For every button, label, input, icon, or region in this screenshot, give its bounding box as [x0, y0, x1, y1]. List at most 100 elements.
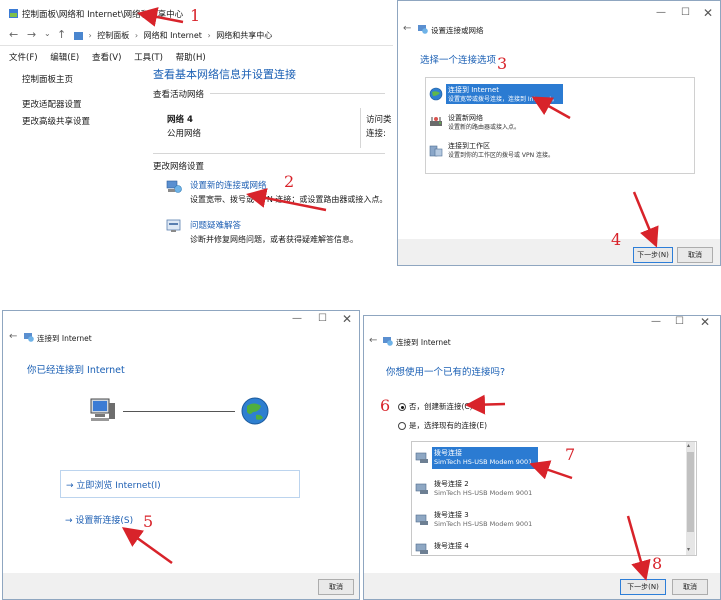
button-bar	[3, 573, 359, 599]
maximize-icon[interactable]: ☐	[318, 313, 327, 324]
browse-internet-link[interactable]: → 立即浏览 Internet(I)	[66, 478, 161, 491]
radio-create-new[interactable]: 否，创建新连接(C)	[398, 401, 473, 412]
minimize-icon[interactable]: —	[651, 316, 661, 327]
maximize-icon[interactable]: ☐	[675, 316, 684, 327]
option-workplace[interactable]: 连接到工作区 设置到你的工作区的拨号或 VPN 连接。	[428, 139, 628, 161]
minimize-icon[interactable]: —	[656, 7, 666, 18]
network-type: 公用网络	[167, 129, 202, 139]
scrollbar[interactable]: ▴ ▾	[686, 442, 695, 555]
setup-new-connection-link[interactable]: → 设置新连接(S)	[65, 513, 133, 526]
cancel-button[interactable]: 取消	[677, 247, 713, 263]
divider	[360, 108, 361, 148]
back-arrow-icon[interactable]: ←	[403, 23, 411, 34]
options-list: 连接到 Internet 设置宽带或拨号连接，连接到 Internet。 设置新…	[425, 77, 695, 174]
connect-internet-window: ← 连接到 Internet — ☐ ✕ 你已经连接到 Internet → 立…	[2, 310, 360, 600]
list-item[interactable]: 拨号连接 2 SimTech HS-USB Modem 9001	[412, 476, 684, 504]
modem-icon	[415, 514, 429, 526]
cancel-button[interactable]: 取消	[318, 579, 354, 595]
close-icon[interactable]: ✕	[703, 6, 713, 20]
connection-name: 拨号连接	[434, 449, 462, 457]
step-number: 1	[190, 6, 201, 25]
radio-label: 否，创建新连接(C)	[409, 402, 473, 411]
window-title: 连接到 Internet	[37, 334, 92, 343]
maximize-icon[interactable]: ☐	[681, 7, 690, 18]
back-arrow-icon[interactable]: ←	[9, 28, 18, 41]
connections-list: 拨号连接 SimTech HS-USB Modem 9001 拨号连接 2 Si…	[411, 441, 697, 556]
dialog-heading: 选择一个连接选项	[420, 55, 497, 66]
connection-device: SimTech HS-USB Modem 9001	[434, 458, 533, 466]
breadcrumb-item[interactable]: 控制面板	[97, 31, 129, 40]
browse-internet-box[interactable]: → 立即浏览 Internet(I)	[60, 470, 300, 498]
scroll-up-icon[interactable]: ▴	[687, 442, 690, 449]
divider	[0, 45, 393, 46]
window-title: 控制面板\网络和 Internet\网络和共享中心	[22, 10, 184, 20]
computer-icon	[89, 397, 117, 423]
option-desc: 设置新的路由器或接入点。	[448, 124, 521, 131]
window-title: 连接到 Internet	[396, 338, 451, 347]
up-arrow-icon[interactable]: ↑	[57, 28, 66, 41]
menu-edit[interactable]: 编辑(E)	[50, 53, 79, 63]
setup-connection-window: ← 设置连接或网络 — ☐ ✕ 选择一个连接选项 连接到 Internet 设置…	[397, 0, 721, 266]
control-panel-icon	[9, 9, 18, 18]
connection-name: 拨号连接 3	[434, 511, 469, 519]
cancel-button[interactable]: 取消	[672, 579, 708, 595]
chevron-down-icon[interactable]: ⌄	[44, 29, 51, 38]
network-sharing-center-window: 控制面板\网络和 Internet\网络和共享中心 ← → ⌄ ↑ › 控制面板…	[0, 0, 393, 262]
menu-file[interactable]: 文件(F)	[9, 53, 38, 63]
sidebar-item-home[interactable]: 控制面板主页	[22, 73, 73, 85]
option-desc: 设置宽带或拨号连接，连接到 Internet。	[448, 96, 558, 103]
divider	[210, 93, 385, 94]
network-name: 网络 4	[167, 115, 193, 125]
network-setup-icon	[166, 179, 182, 193]
setup-connection-link[interactable]: 设置新的连接或网络	[190, 179, 267, 191]
back-arrow-icon[interactable]: ←	[369, 335, 377, 346]
minimize-icon[interactable]: —	[292, 313, 302, 324]
page-title: 查看基本网络信息并设置连接	[153, 68, 296, 81]
option-new-network[interactable]: 设置新网络 设置新的路由器或接入点。	[428, 111, 628, 133]
breadcrumb: › 控制面板 › 网络和 Internet › 网络和共享中心	[74, 30, 275, 41]
close-icon[interactable]: ✕	[342, 312, 352, 326]
modem-icon	[415, 452, 429, 464]
connection-name: 拨号连接 2	[434, 480, 469, 488]
access-type-label: 访问类	[366, 115, 392, 125]
modem-icon	[415, 483, 429, 495]
globe-connect-icon	[429, 87, 443, 101]
next-button[interactable]: 下一步(N)	[620, 579, 666, 595]
radio-use-existing[interactable]: 是，选择现有的连接(E)	[398, 420, 487, 431]
connection-name: 拨号连接 4	[434, 542, 469, 550]
scroll-thumb[interactable]	[687, 452, 694, 532]
next-button[interactable]: 下一步(N)	[633, 247, 673, 263]
step-number: 6	[380, 396, 391, 415]
sidebar-item-advanced[interactable]: 更改高级共享设置	[22, 115, 90, 127]
divider	[153, 153, 385, 154]
menu-help[interactable]: 帮助(H)	[176, 53, 206, 63]
connection-device: SimTech HS-USB Modem 9001	[434, 520, 533, 528]
breadcrumb-item[interactable]: 网络和共享中心	[216, 31, 272, 40]
connection-line	[123, 411, 235, 412]
window-title: 设置连接或网络	[431, 26, 484, 35]
menu-bar: 文件(F) 编辑(E) 查看(V) 工具(T) 帮助(H)	[9, 51, 206, 63]
globe-icon	[241, 397, 269, 425]
network-wizard-icon	[418, 25, 428, 34]
network-wizard-icon	[24, 333, 34, 342]
router-icon	[429, 115, 443, 129]
scroll-down-icon[interactable]: ▾	[687, 546, 690, 553]
setup-connection-desc: 设置宽带、拨号或 VPN 连接；或设置路由器或接入点。	[190, 195, 388, 204]
list-item[interactable]: 拨号连接 3 SimTech HS-USB Modem 9001	[412, 507, 684, 535]
radio-label: 是，选择现有的连接(E)	[409, 421, 488, 430]
troubleshoot-link[interactable]: 问题疑难解答	[190, 219, 241, 231]
folder-icon	[74, 31, 83, 40]
list-item[interactable]: 拨号连接 4	[412, 538, 684, 555]
forward-arrow-icon[interactable]: →	[27, 28, 36, 41]
breadcrumb-item[interactable]: 网络和 Internet	[144, 31, 202, 40]
connection-device: SimTech HS-USB Modem 9001	[434, 489, 533, 497]
close-icon[interactable]: ✕	[700, 316, 710, 329]
back-arrow-icon[interactable]: ←	[9, 331, 17, 342]
menu-view[interactable]: 查看(V)	[92, 53, 121, 63]
sidebar-item-adapter[interactable]: 更改适配器设置	[22, 98, 82, 110]
connections-label: 连接:	[366, 129, 386, 139]
existing-connection-window: ← 连接到 Internet — ☐ ✕ 你想使用一个已有的连接吗? 否，创建新…	[363, 315, 721, 600]
option-connect-internet[interactable]: 连接到 Internet 设置宽带或拨号连接，连接到 Internet。	[428, 83, 563, 105]
menu-tools[interactable]: 工具(T)	[134, 53, 163, 63]
list-item[interactable]: 拨号连接 SimTech HS-USB Modem 9001	[412, 445, 684, 473]
